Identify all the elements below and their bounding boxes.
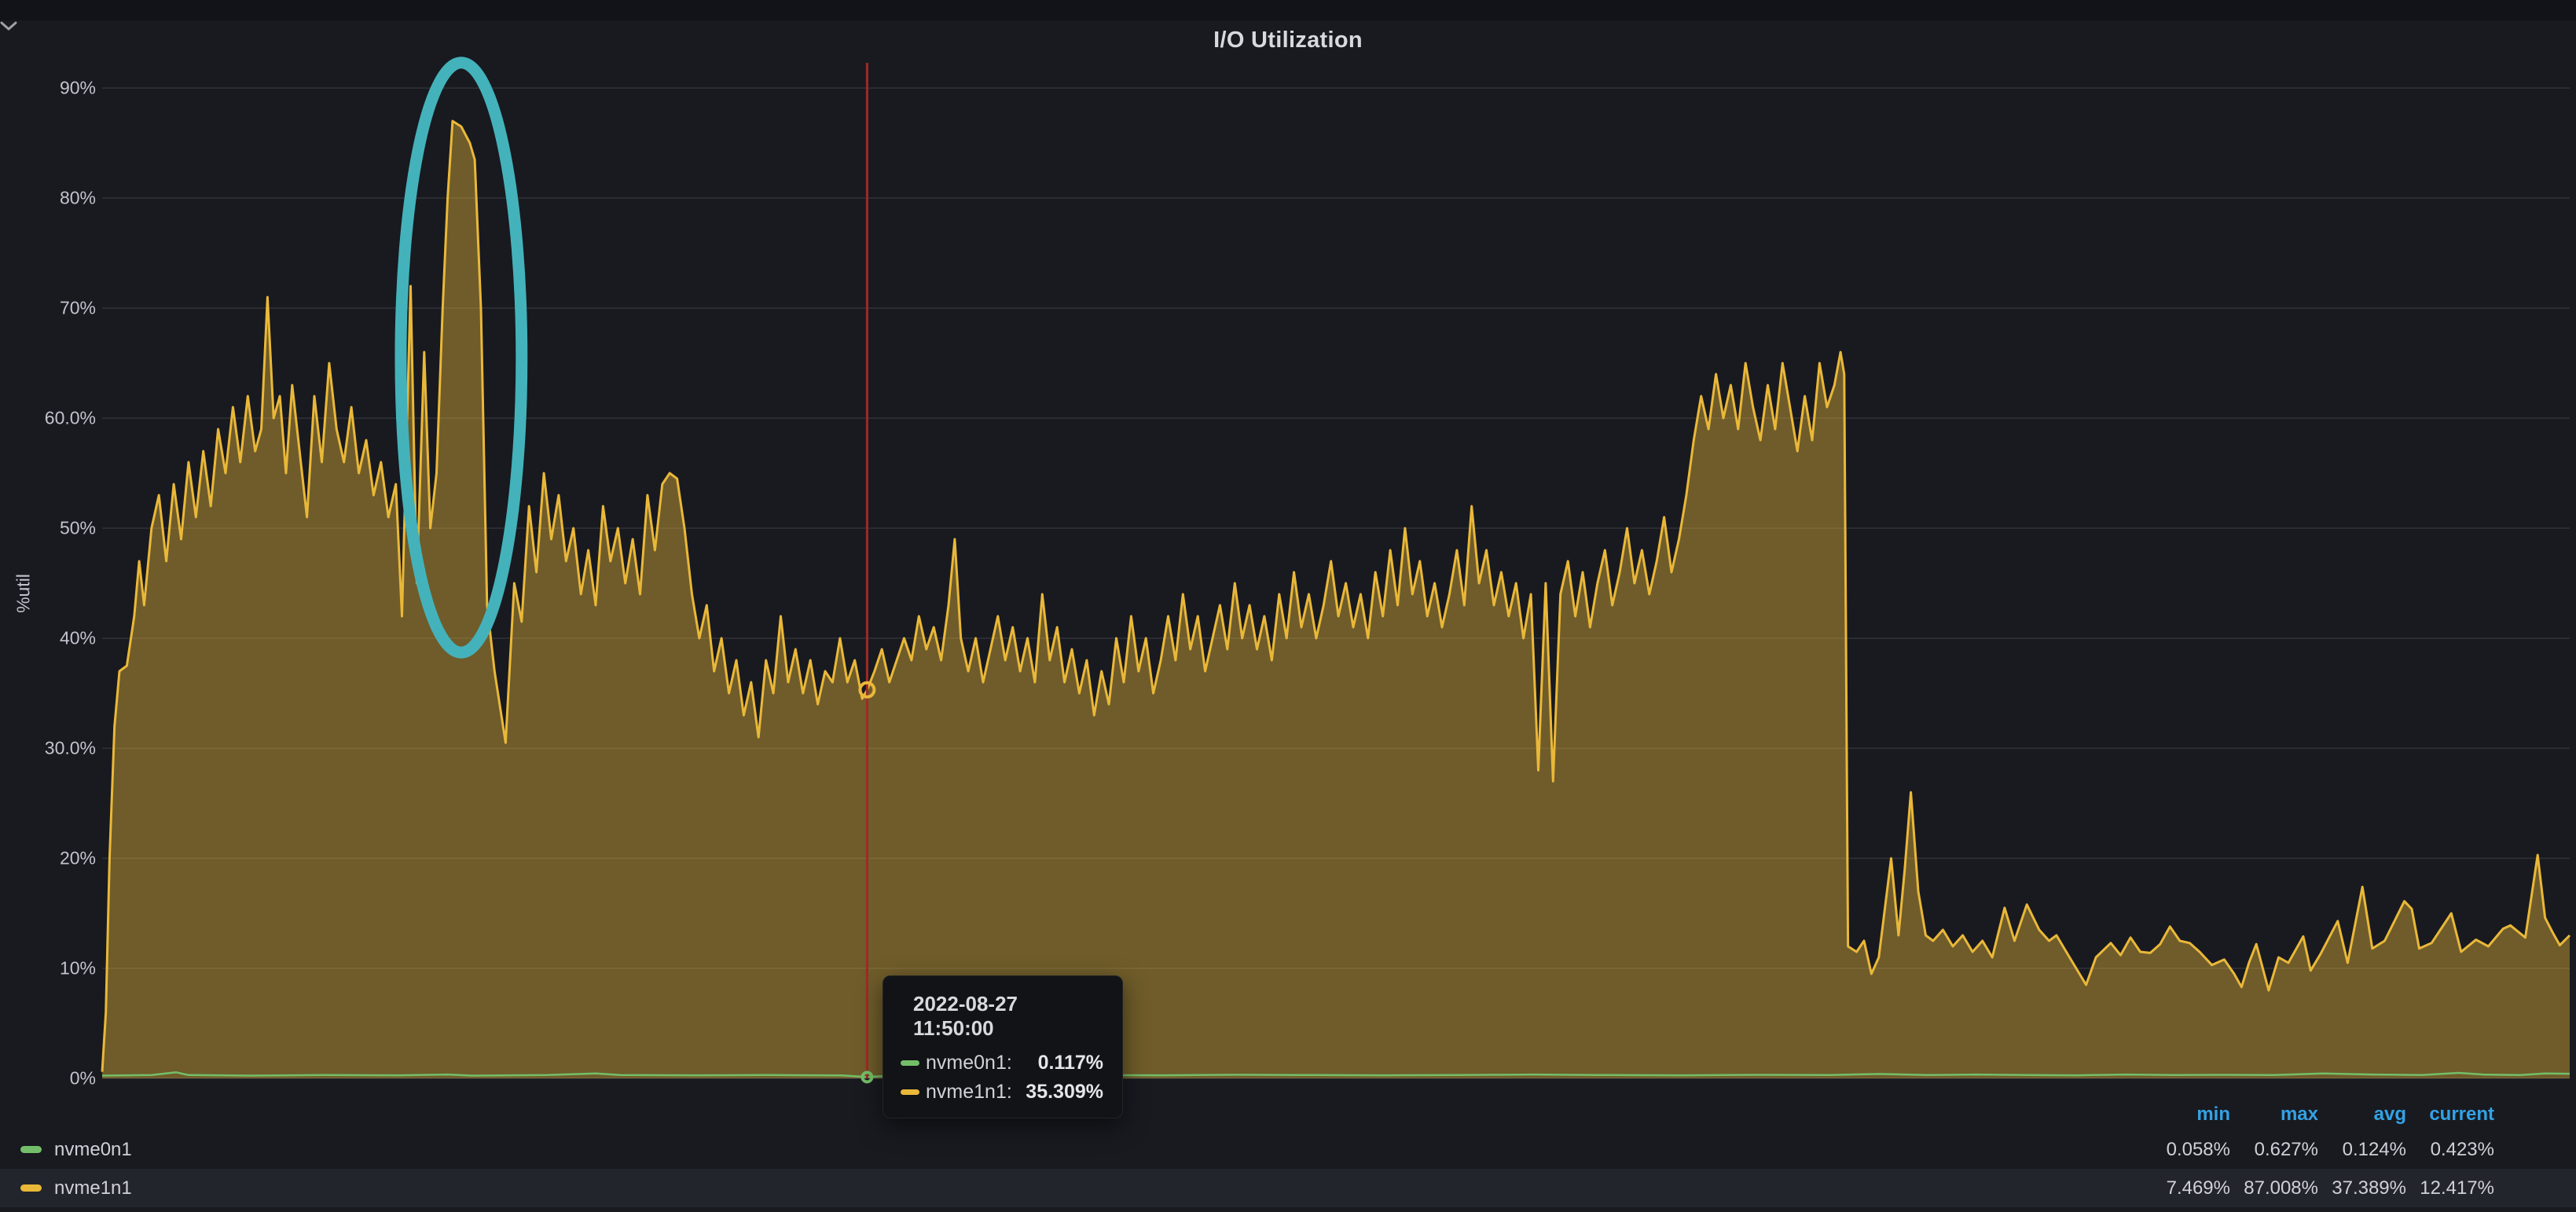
tooltip-series-value: 35.309% bbox=[1026, 1081, 1103, 1104]
legend-stat-current: 0.423% bbox=[2406, 1139, 2494, 1161]
legend-row-nvme1n1: nvme1n1 7.469%87.008%37.389%12.417% bbox=[0, 1169, 2576, 1207]
legend-label[interactable]: nvme0n1 bbox=[54, 1139, 132, 1161]
legend-stat-header-min[interactable]: min bbox=[2142, 1104, 2230, 1126]
legend-stat-header-current[interactable]: current bbox=[2406, 1104, 2494, 1126]
legend-stats-header: minmaxavgcurrent bbox=[0, 1099, 2576, 1130]
plot-area[interactable] bbox=[0, 0, 2576, 1212]
legend: minmaxavgcurrent nvme0n1 0.058%0.627%0.12… bbox=[0, 1099, 2576, 1212]
legend-stat-min: 0.058% bbox=[2142, 1139, 2230, 1161]
tooltip-row: nvme1n1: 35.309% bbox=[901, 1081, 1103, 1104]
legend-row-nvme0n1: nvme0n1 0.058%0.627%0.124%0.423% bbox=[0, 1130, 2576, 1169]
legend-stat-max: 87.008% bbox=[2230, 1177, 2318, 1199]
legend-stat-avg: 0.124% bbox=[2318, 1139, 2406, 1161]
tooltip-series-value: 0.117% bbox=[1038, 1052, 1103, 1074]
tooltip-series-label: nvme1n1: bbox=[926, 1081, 1012, 1104]
legend-stat-min: 7.469% bbox=[2142, 1177, 2230, 1199]
grafana-panel: I/O Utilization %util 0%10%20%30.0%40%50… bbox=[0, 0, 2576, 1212]
tooltip-timestamp: 2022-08-27 11:50:00 bbox=[913, 992, 1103, 1041]
tooltip-series-swatch bbox=[901, 1060, 919, 1066]
legend-label[interactable]: nvme1n1 bbox=[54, 1177, 132, 1199]
legend-swatch[interactable] bbox=[20, 1146, 42, 1153]
legend-swatch[interactable] bbox=[20, 1184, 42, 1192]
legend-stat-header-avg[interactable]: avg bbox=[2318, 1104, 2406, 1126]
tooltip-row: nvme0n1: 0.117% bbox=[901, 1052, 1103, 1074]
tooltip-series-label: nvme0n1: bbox=[926, 1052, 1012, 1074]
tooltip: 2022-08-27 11:50:00 nvme0n1: 0.117% nvme1n… bbox=[883, 975, 1123, 1118]
legend-stat-max: 0.627% bbox=[2230, 1139, 2318, 1161]
legend-item-nvme1n1[interactable]: nvme1n1 bbox=[0, 1177, 2142, 1199]
legend-stat-header-max[interactable]: max bbox=[2230, 1104, 2318, 1126]
legend-item-nvme0n1[interactable]: nvme0n1 bbox=[0, 1139, 2142, 1161]
legend-stat-avg: 37.389% bbox=[2318, 1177, 2406, 1199]
tooltip-series-swatch bbox=[901, 1089, 919, 1095]
legend-stat-current: 12.417% bbox=[2406, 1177, 2494, 1199]
